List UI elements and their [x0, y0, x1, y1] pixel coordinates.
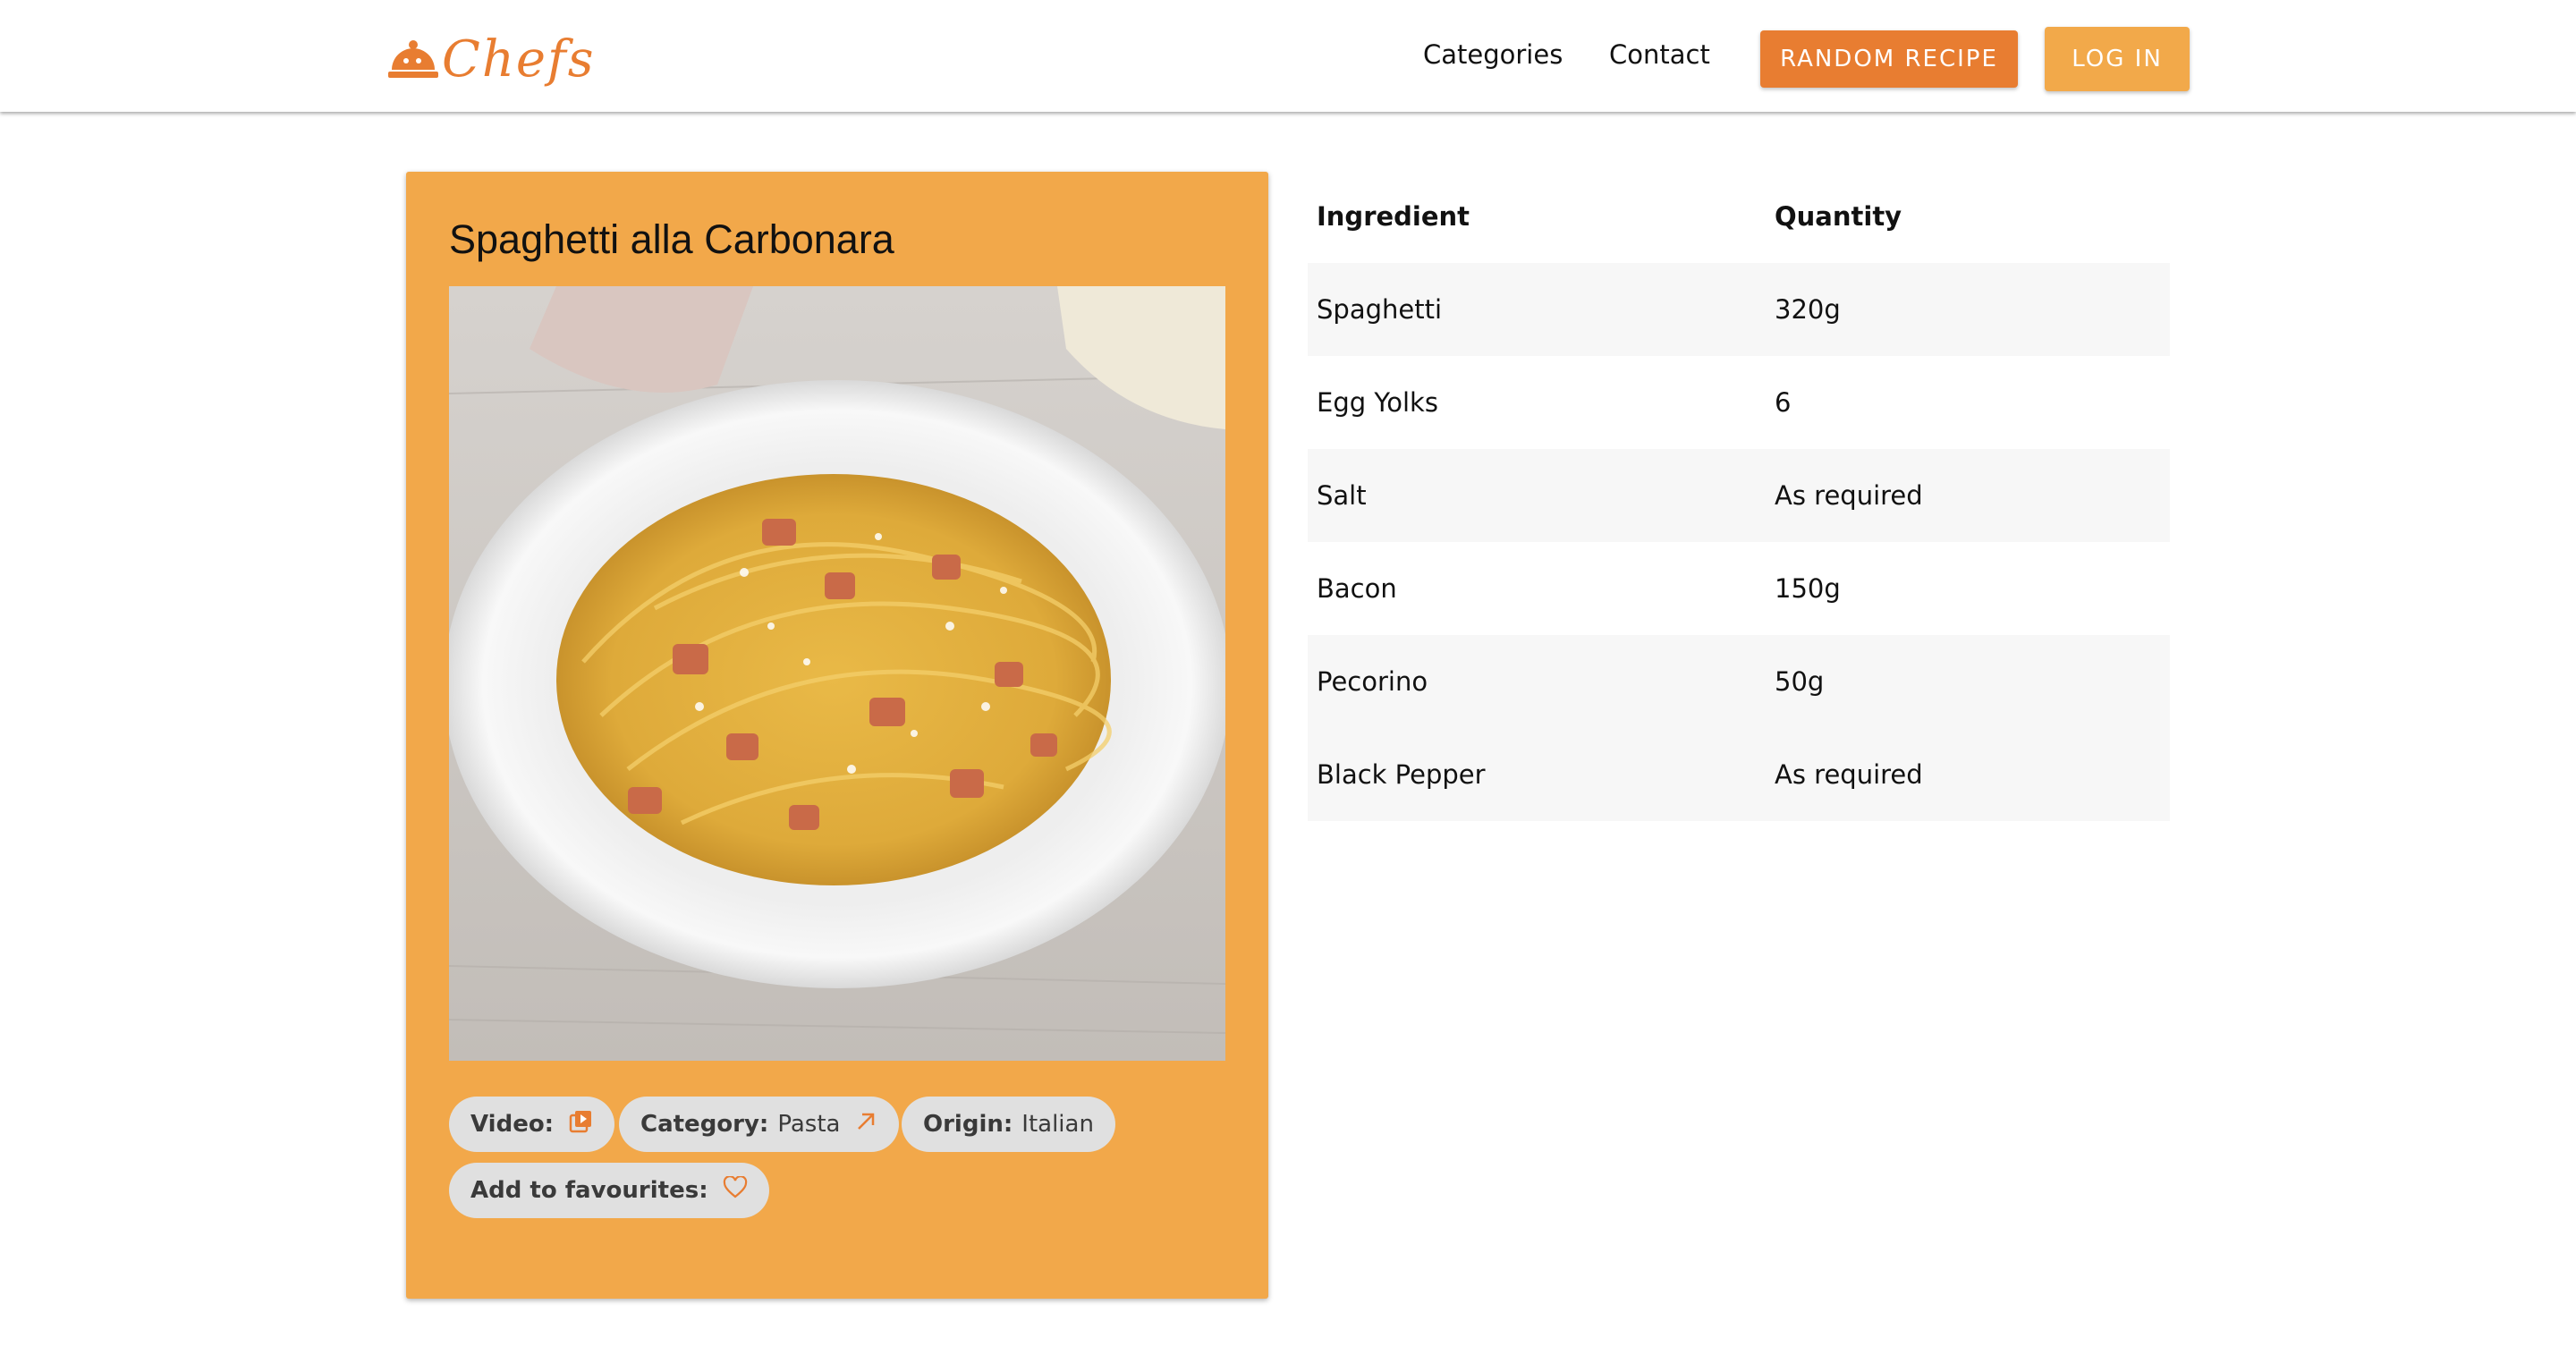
category-value: Pasta [777, 1111, 841, 1138]
quantity-cell: 150g [1775, 573, 1841, 604]
quantity-cell: As required [1775, 480, 1923, 511]
table-row: Egg Yolks 6 [1308, 356, 2170, 449]
ingredient-cell: Egg Yolks [1317, 387, 1438, 418]
quantity-cell: 50g [1775, 666, 1825, 697]
column-header-quantity: Quantity [1775, 201, 1902, 232]
nav-link-categories[interactable]: Categories [1423, 39, 1563, 70]
nav-link-contact[interactable]: Contact [1609, 39, 1710, 70]
add-to-favourites-chip[interactable]: Add to favourites: [449, 1163, 769, 1218]
table-row: Pecorino 50g [1308, 635, 2170, 728]
video-chip[interactable]: Video: [449, 1097, 615, 1152]
favourites-label: Add to favourites: [470, 1177, 708, 1204]
logo[interactable]: Chefs [386, 23, 596, 95]
arrow-up-right-icon [854, 1110, 877, 1139]
login-button[interactable]: LOG IN [2045, 27, 2190, 91]
quantity-cell: 6 [1775, 387, 1792, 418]
category-chip[interactable]: Category: Pasta [619, 1097, 900, 1152]
table-row: Black Pepper As required [1308, 728, 2170, 821]
cloche-icon [388, 40, 438, 78]
origin-value: Italian [1021, 1111, 1094, 1138]
quantity-cell: 320g [1775, 294, 1841, 325]
heart-outline-icon[interactable] [723, 1174, 748, 1206]
logo-text: Chefs [442, 30, 596, 89]
table-row: Salt As required [1308, 449, 2170, 542]
column-header-ingredient: Ingredient [1317, 201, 1470, 232]
quantity-cell: As required [1775, 759, 1923, 790]
ingredient-cell: Pecorino [1317, 666, 1428, 697]
table-header: Ingredient Quantity [1308, 170, 2170, 263]
origin-chip[interactable]: Origin: Italian [902, 1097, 1115, 1152]
ingredients-table: Ingredient Quantity Spaghetti 320g Egg Y… [1308, 170, 2170, 821]
table-row: Bacon 150g [1308, 542, 2170, 635]
recipe-photo [449, 286, 1225, 1061]
recipe-title: Spaghetti alla Carbonara [449, 216, 894, 262]
recipe-card: Spaghetti alla Carbonara Video: Category… [406, 172, 1268, 1299]
video-label: Video: [470, 1111, 555, 1138]
table-row: Spaghetti 320g [1308, 263, 2170, 356]
ingredient-cell: Black Pepper [1317, 759, 1486, 790]
video-library-icon [568, 1109, 593, 1140]
top-navbar: Chefs Categories Contact RANDOM RECIPE L… [0, 0, 2576, 112]
category-label: Category: [640, 1111, 769, 1138]
ingredient-cell: Salt [1317, 480, 1367, 511]
ingredient-cell: Spaghetti [1317, 294, 1443, 325]
random-recipe-button[interactable]: RANDOM RECIPE [1760, 30, 2018, 88]
ingredient-cell: Bacon [1317, 573, 1397, 604]
origin-label: Origin: [923, 1111, 1013, 1138]
